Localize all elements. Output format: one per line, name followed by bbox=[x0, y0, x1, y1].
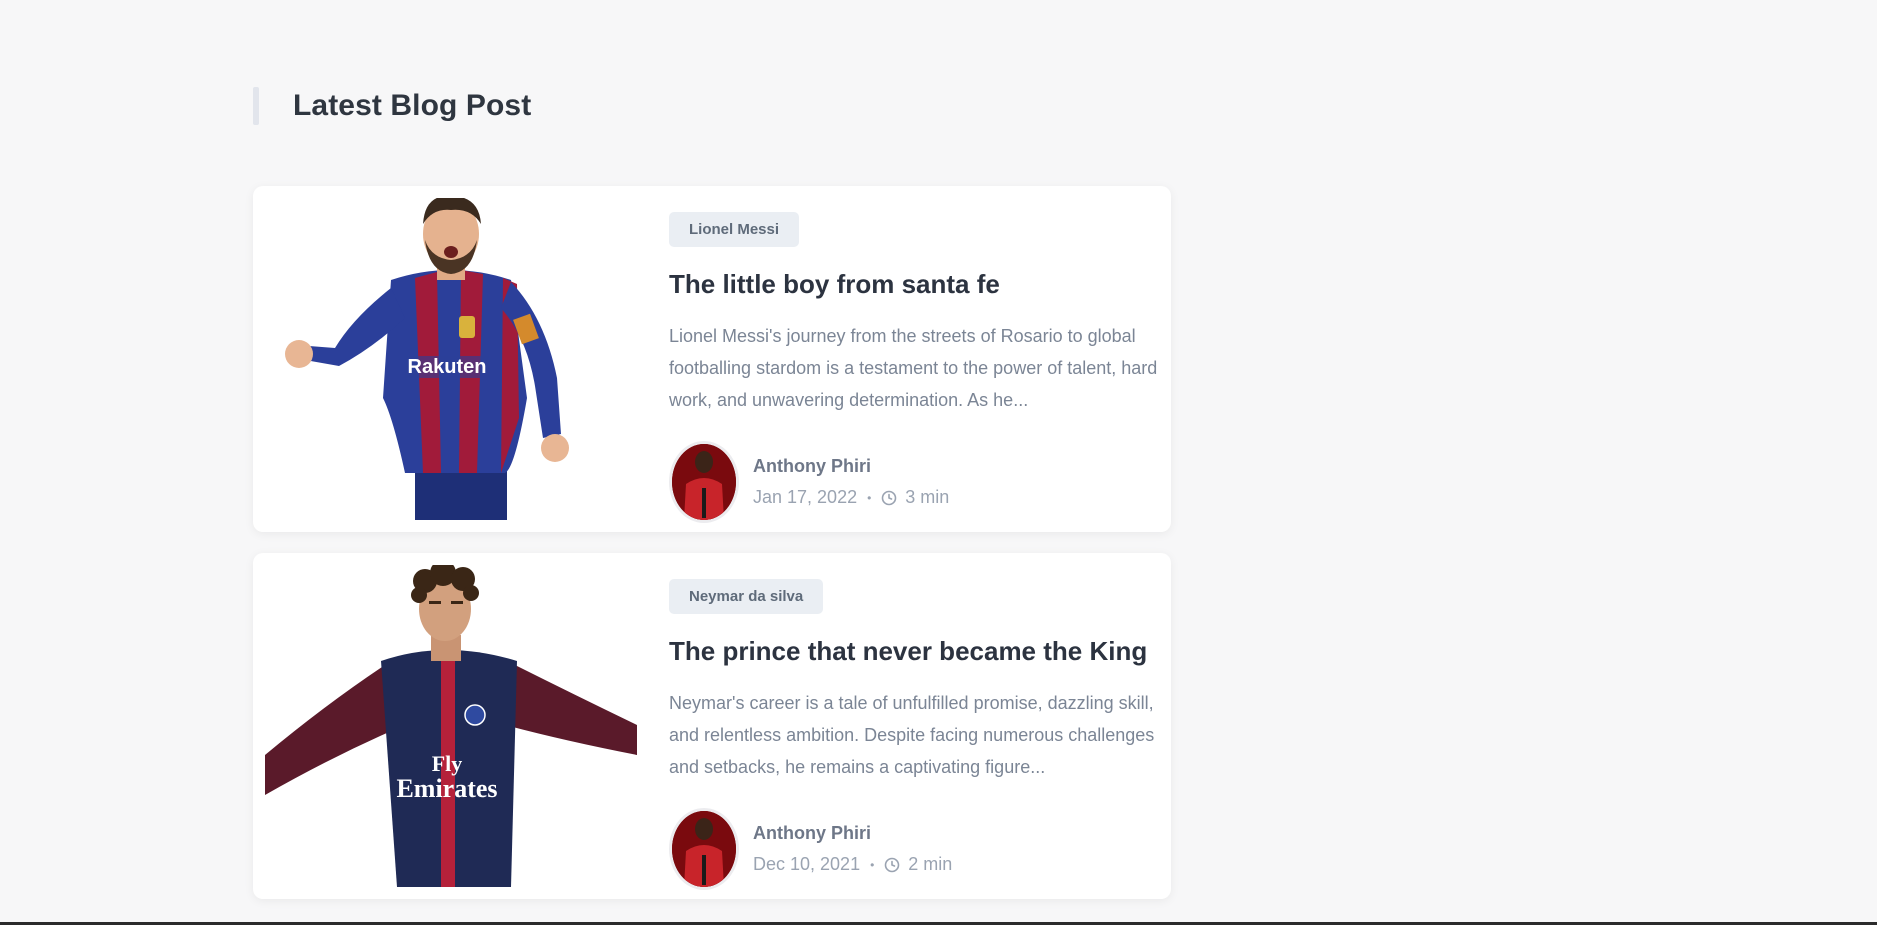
section-header: Latest Blog Post bbox=[253, 87, 531, 125]
post-excerpt: Neymar's career is a tale of unfulfilled… bbox=[669, 693, 1155, 777]
category-tag[interactable]: Lionel Messi bbox=[669, 212, 800, 247]
svg-text:Rakuten: Rakuten bbox=[408, 356, 487, 378]
author-name[interactable]: Anthony Phiri bbox=[753, 823, 952, 844]
post-meta: Dec 10, 2021 • 2 min bbox=[753, 854, 952, 875]
neymar-photo: Fly Emirates bbox=[265, 565, 637, 887]
post-title[interactable]: The prince that never became the King bbox=[669, 636, 1159, 667]
section-accent-bar bbox=[253, 87, 259, 125]
post-title[interactable]: The little boy from santa fe bbox=[669, 269, 1159, 300]
meta-separator: • bbox=[867, 490, 872, 505]
read-time: 2 min bbox=[908, 854, 953, 874]
post-date: Dec 10, 2021 bbox=[753, 854, 861, 874]
blog-post-card[interactable]: Rakuten Lionel Messi The little boy from… bbox=[253, 186, 1171, 532]
avatar-photo bbox=[672, 444, 736, 520]
read-time: 3 min bbox=[905, 487, 950, 507]
lionel-messi-photo: Rakuten bbox=[265, 198, 637, 520]
blog-page: Latest Blog Post Rakuten Lionel Messi Th… bbox=[0, 0, 1877, 925]
author-row: Anthony Phiri Dec 10, 2021 • 2 min bbox=[669, 808, 1159, 890]
post-image[interactable]: Fly Emirates bbox=[265, 565, 637, 887]
meta-separator: • bbox=[870, 857, 875, 872]
category-tag[interactable]: Neymar da silva bbox=[669, 579, 824, 614]
post-meta: Jan 17, 2022 • 3 min bbox=[753, 487, 949, 508]
blog-post-card[interactable]: Fly Emirates Neymar da silva The prince … bbox=[253, 553, 1171, 899]
post-body: Lionel Messi The little boy from santa f… bbox=[669, 212, 1159, 523]
svg-text:Emirates: Emirates bbox=[396, 774, 497, 803]
author-avatar[interactable] bbox=[669, 808, 739, 890]
clock-icon bbox=[884, 857, 900, 872]
section-title: Latest Blog Post bbox=[293, 89, 532, 122]
svg-text:Fly: Fly bbox=[432, 751, 463, 776]
author-info: Anthony Phiri Dec 10, 2021 • 2 min bbox=[753, 823, 952, 875]
author-avatar[interactable] bbox=[669, 441, 739, 523]
author-name[interactable]: Anthony Phiri bbox=[753, 456, 949, 477]
author-row: Anthony Phiri Jan 17, 2022 • 3 min bbox=[669, 441, 1159, 523]
avatar-photo bbox=[672, 811, 736, 887]
author-info: Anthony Phiri Jan 17, 2022 • 3 min bbox=[753, 456, 949, 508]
clock-icon bbox=[881, 490, 897, 505]
post-body: Neymar da silva The prince that never be… bbox=[669, 579, 1159, 890]
post-image[interactable]: Rakuten bbox=[265, 198, 637, 520]
post-excerpt: Lionel Messi's journey from the streets … bbox=[669, 326, 1158, 410]
post-date: Jan 17, 2022 bbox=[753, 487, 858, 507]
